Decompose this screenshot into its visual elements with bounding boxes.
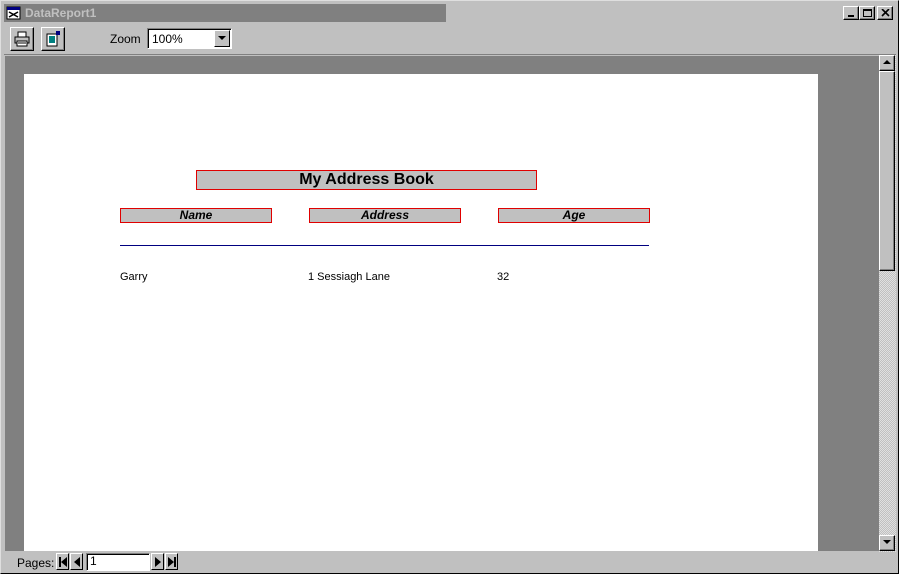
arrow-down-icon [883,540,891,544]
report-window: DataReport1 Zoom 100% My Address Book Na… [0,0,899,574]
export-icon [46,31,60,47]
window-title: DataReport1 [25,6,97,20]
maximize-icon [863,9,872,17]
zoom-label: Zoom [110,32,141,46]
print-button[interactable] [10,27,34,51]
pages-label: Pages: [17,556,55,570]
zoom-dropdown-button[interactable] [214,30,230,47]
export-button[interactable] [41,27,65,51]
page-number-input[interactable]: 1 [86,553,150,571]
zoom-value: 100% [152,32,183,46]
chevron-down-icon [218,36,226,40]
close-icon [881,9,890,17]
cell-age: 32 [497,271,510,283]
minimize-button[interactable] [843,6,859,20]
close-button[interactable] [877,6,893,20]
toolbar: Zoom 100% [4,24,896,55]
zoom-dropdown[interactable]: 100% [147,28,232,49]
next-page-icon [155,557,161,567]
cell-name: Garry [120,271,148,283]
minimize-icon [848,15,854,17]
first-page-button[interactable] [56,553,69,570]
report-page: My Address Book Name Address Age Garry 1… [24,74,818,551]
first-page-icon [59,557,67,567]
app-icon[interactable] [6,5,22,21]
last-page-icon [168,557,176,567]
cell-address: 1 Sessiagh Lane [308,271,390,283]
scroll-up-button[interactable] [879,55,895,71]
scroll-down-button[interactable] [879,535,895,551]
next-page-button[interactable] [151,553,164,570]
title-bar-caption: DataReport1 [4,4,446,22]
vertical-scrollbar[interactable] [879,55,896,552]
previous-page-icon [74,557,80,567]
pages-bar: Pages: 1 [4,552,896,572]
header-age: Age [498,208,650,223]
header-address: Address [309,208,461,223]
scroll-thumb[interactable] [879,71,895,271]
header-name: Name [120,208,272,223]
title-bar[interactable]: DataReport1 [4,4,896,22]
last-page-button[interactable] [165,553,178,570]
header-rule [120,245,649,246]
arrow-up-icon [883,60,891,64]
previous-page-button[interactable] [70,553,83,570]
maximize-button[interactable] [859,6,875,20]
report-title: My Address Book [196,170,537,190]
printer-icon [14,31,30,47]
report-viewport[interactable]: My Address Book Name Address Age Garry 1… [5,56,879,551]
